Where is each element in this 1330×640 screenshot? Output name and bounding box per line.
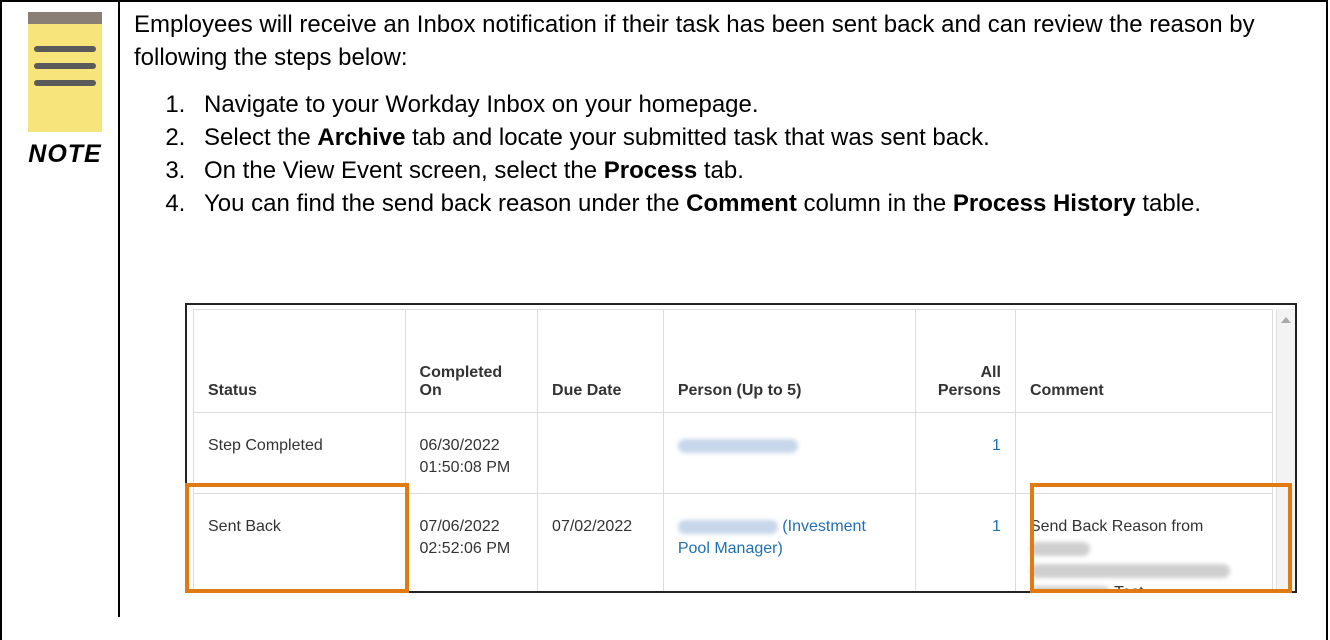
cell-all-persons[interactable]: 1 bbox=[914, 412, 1016, 494]
cell-person[interactable] bbox=[662, 412, 916, 494]
note-pad-icon bbox=[28, 12, 102, 132]
cell-completed-on: 06/30/2022 01:50:08 PM bbox=[404, 412, 539, 494]
col-due-date[interactable]: Due Date bbox=[537, 309, 664, 413]
col-status[interactable]: Status bbox=[193, 309, 406, 413]
col-completed-on[interactable]: Completed On bbox=[404, 309, 539, 413]
table-row: Step Completed 06/30/2022 01:50:08 PM 1 bbox=[193, 412, 1274, 494]
intro-text: Employees will receive an Inbox notifica… bbox=[134, 11, 1255, 71]
col-all-persons[interactable]: All Persons bbox=[914, 309, 1016, 413]
steps-list: Navigate to your Workday Inbox on your h… bbox=[134, 88, 1314, 220]
step-2: Select the Archive tab and locate your s… bbox=[192, 121, 1314, 154]
scroll-up-icon[interactable] bbox=[1281, 317, 1291, 323]
table-header-row: Status Completed On Due Date Person (Up … bbox=[193, 309, 1274, 413]
column-divider bbox=[118, 0, 120, 617]
note-content: Employees will receive an Inbox notifica… bbox=[134, 8, 1314, 220]
cell-status: Step Completed bbox=[193, 412, 406, 494]
cell-comment bbox=[1014, 412, 1274, 494]
cell-person[interactable]: (Investment Pool Manager) bbox=[662, 493, 916, 591]
status-highlight-box bbox=[185, 483, 409, 593]
note-label: NOTE bbox=[28, 140, 102, 168]
cell-due-date bbox=[537, 412, 664, 494]
cell-all-persons[interactable]: 1 bbox=[914, 493, 1016, 591]
redacted-name bbox=[677, 438, 798, 453]
col-person[interactable]: Person (Up to 5) bbox=[662, 309, 916, 413]
step-4: You can find the send back reason under … bbox=[192, 187, 1314, 220]
cell-due-date: 07/02/2022 bbox=[537, 493, 664, 591]
col-comment[interactable]: Comment bbox=[1014, 309, 1274, 413]
cell-completed-on: 07/06/2022 02:52:06 PM bbox=[404, 493, 539, 591]
step-3: On the View Event screen, select the Pro… bbox=[192, 154, 1314, 187]
redacted-name bbox=[677, 519, 778, 534]
comment-highlight-box bbox=[1030, 483, 1292, 593]
step-1: Navigate to your Workday Inbox on your h… bbox=[192, 88, 1314, 121]
